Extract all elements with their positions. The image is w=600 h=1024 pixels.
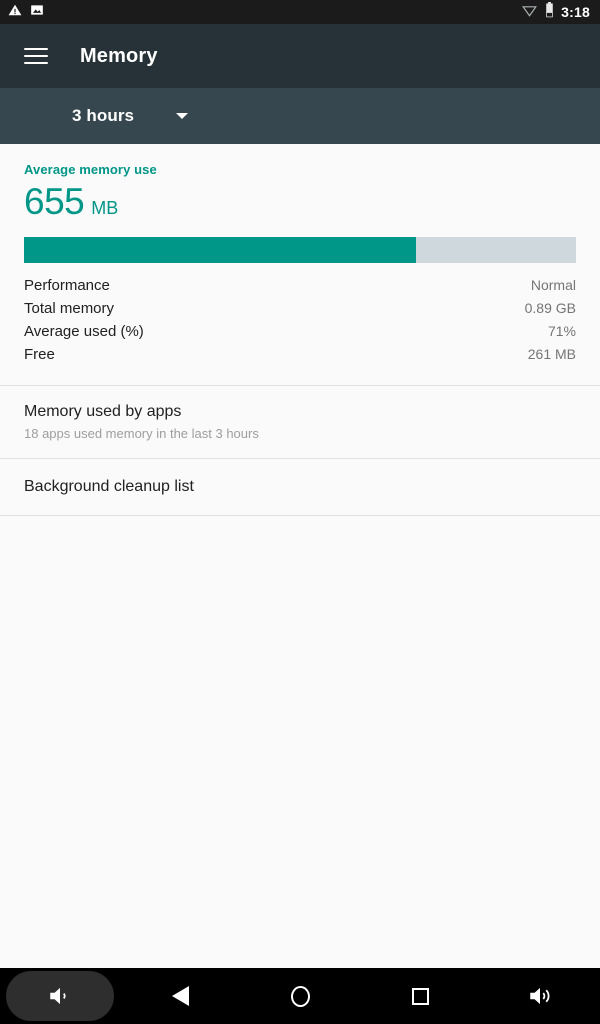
memory-usage-bar-fill [24, 237, 416, 263]
android-memory-screen: 3:18 Memory 3 hours Average memory use 6… [0, 0, 600, 1024]
status-bar-notification-icons [8, 3, 44, 22]
list-item-subtitle: 18 apps used memory in the last 3 hours [24, 426, 259, 441]
stat-row: Free 261 MB [24, 346, 576, 369]
stat-value: 261 MB [527, 346, 576, 362]
navigation-bar [0, 968, 600, 1024]
stat-row: Performance Normal [24, 277, 576, 300]
warning-triangle-icon [8, 3, 22, 22]
stat-label: Free [24, 346, 55, 363]
home-icon[interactable] [240, 968, 360, 1024]
wifi-icon [521, 3, 538, 22]
list-item-title: Background cleanup list [24, 478, 194, 495]
stat-label: Performance [24, 277, 110, 294]
stats-bottom-spacer [0, 369, 600, 385]
volume-down-icon[interactable] [0, 968, 120, 1024]
period-spinner-value: 3 hours [72, 106, 135, 125]
list-item-title: Memory used by apps [24, 403, 182, 420]
stat-label: Total memory [24, 300, 115, 317]
battery-icon [545, 1, 554, 23]
status-bar-system-icons: 3:18 [521, 1, 592, 23]
stat-value: 0.89 GB [524, 300, 576, 316]
stat-row: Total memory 0.89 GB [24, 300, 576, 323]
chevron-down-icon [176, 113, 189, 119]
status-bar-clock: 3:18 [561, 4, 590, 20]
stat-row: Average used (%) 71% [24, 323, 576, 346]
image-icon [30, 3, 44, 22]
app-bar: Memory [0, 24, 600, 88]
content-area: Average memory use 655 MB Performance Nor… [0, 144, 600, 968]
recents-icon[interactable] [360, 968, 480, 1024]
list-item-memory-used-by-apps[interactable]: Memory used by apps 18 apps used memory … [0, 386, 600, 458]
list-item-background-cleanup-list[interactable]: Background cleanup list [0, 459, 600, 515]
summary-caption: Average memory use [24, 162, 157, 177]
period-bar: 3 hours [0, 88, 600, 144]
period-spinner[interactable]: 3 hours [72, 106, 189, 126]
volume-up-icon[interactable] [480, 968, 600, 1024]
page-title: Memory [80, 44, 158, 67]
stat-value: Normal [530, 277, 576, 293]
hamburger-menu-icon[interactable] [24, 44, 48, 68]
memory-summary: Average memory use 655 MB [0, 144, 600, 220]
back-icon[interactable] [120, 968, 240, 1024]
divider-below-cleanup [0, 515, 600, 516]
memory-stats-list: Performance Normal Total memory 0.89 GB Aver… [24, 277, 576, 369]
summary-value: 655 MB [24, 183, 576, 220]
stat-label: Average used (%) [24, 323, 144, 340]
stat-value: 71% [547, 323, 576, 339]
memory-usage-bar [24, 237, 576, 263]
summary-unit: MB [91, 198, 119, 218]
summary-number: 655 [24, 181, 85, 222]
status-bar: 3:18 [0, 0, 600, 24]
